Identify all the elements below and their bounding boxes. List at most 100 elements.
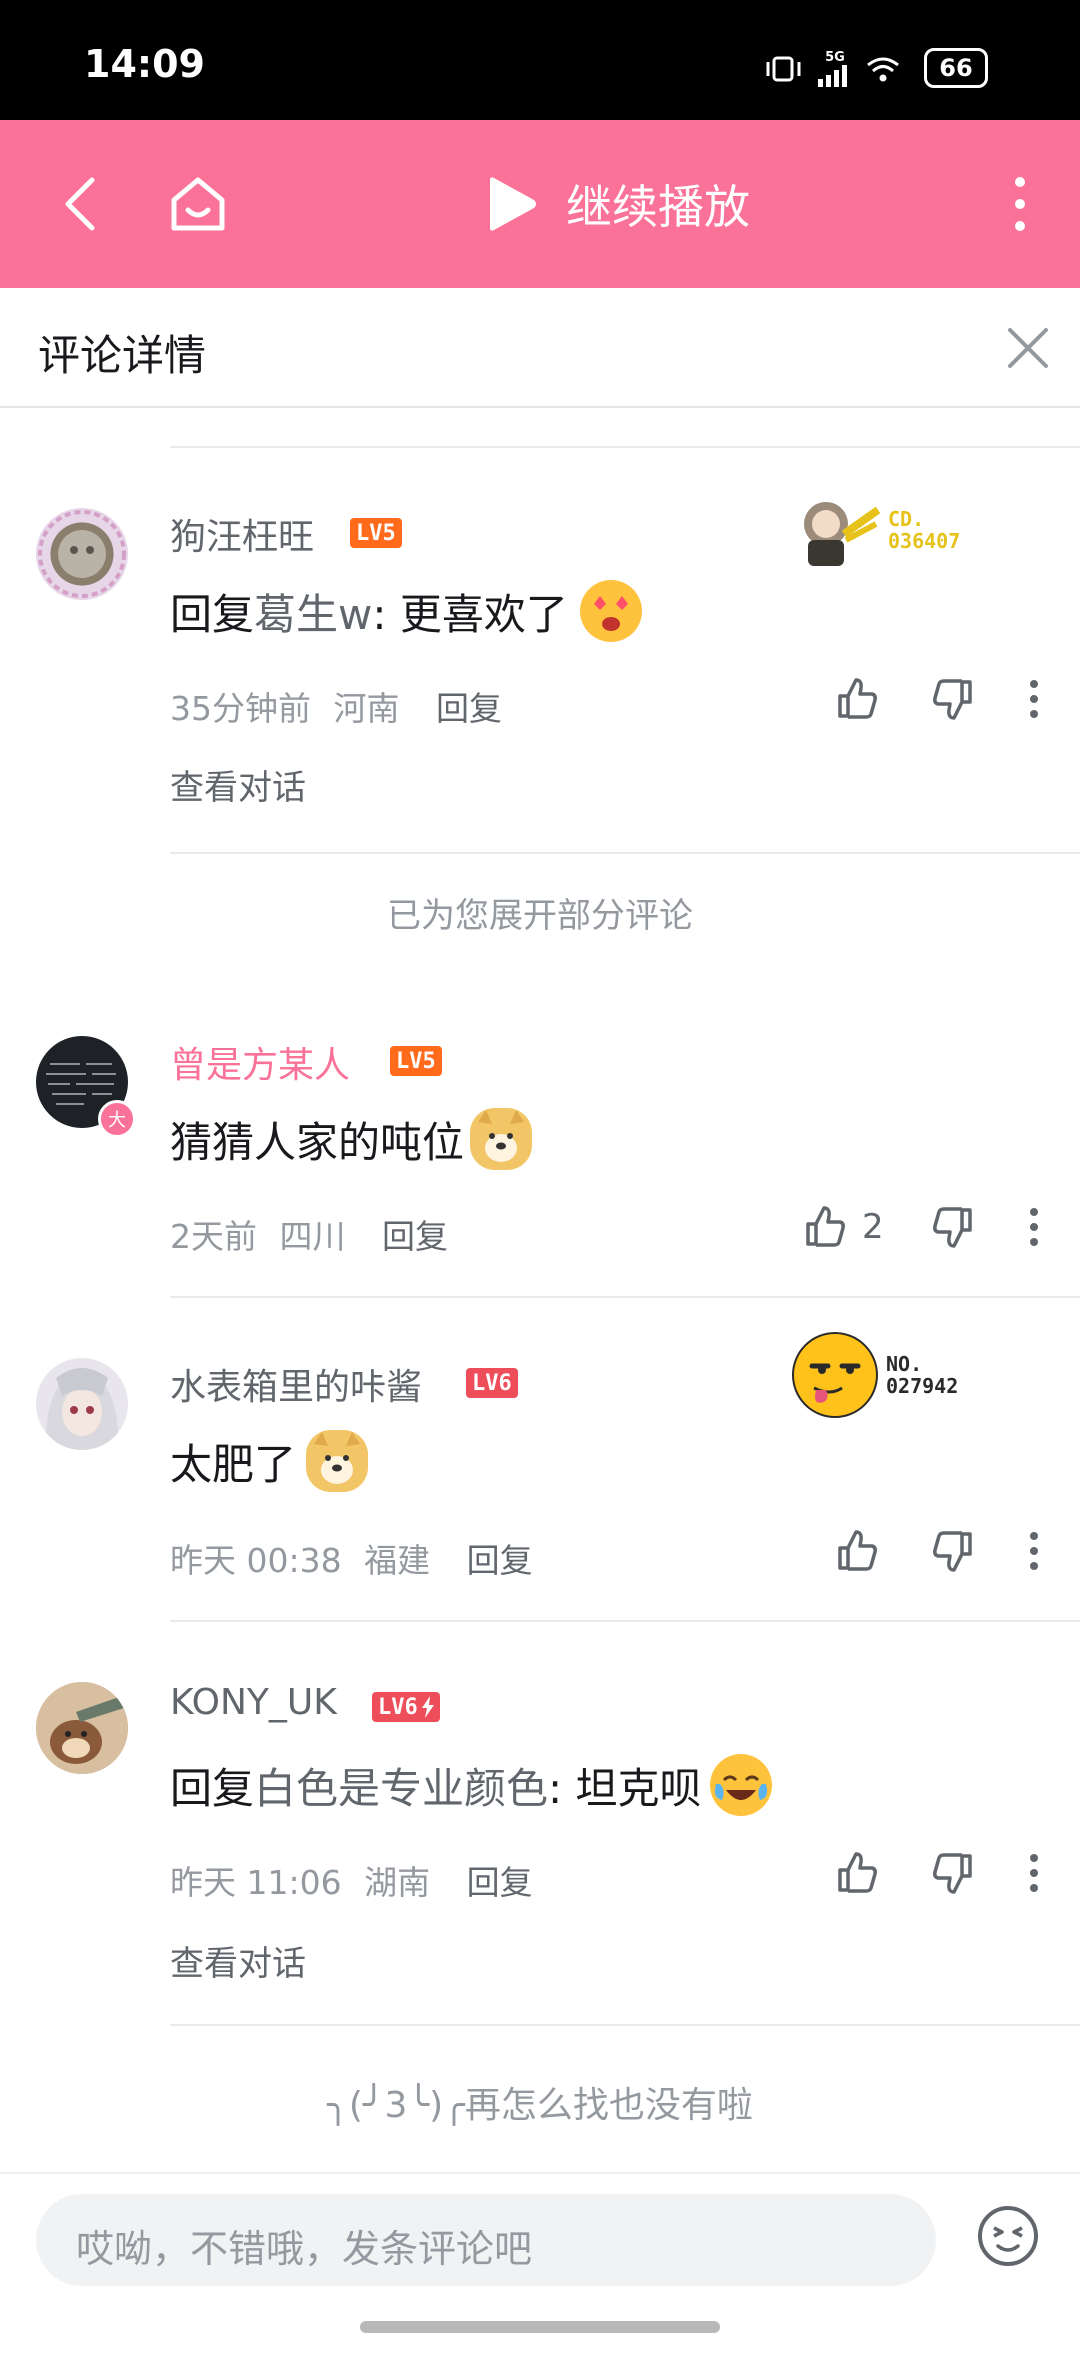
back-arrow-icon — [65, 177, 95, 231]
dislike-button[interactable] — [930, 676, 976, 722]
view-conversation-link[interactable]: 查看对话 — [170, 760, 306, 809]
reply-target[interactable]: 白色是专业颜色 — [254, 1755, 548, 1816]
smirk-face-icon — [792, 1332, 878, 1418]
network-type: 5G — [825, 50, 845, 65]
fan-badge[interactable]: NO. 027942 — [790, 1330, 958, 1420]
view-conversation-link[interactable]: 查看对话 — [170, 1936, 306, 1985]
play-icon — [490, 177, 536, 231]
continue-play-label: 继续播放 — [566, 180, 750, 234]
reply-button[interactable]: 回复 — [436, 689, 502, 728]
thumb-down-icon — [933, 679, 972, 720]
comment-more-button[interactable] — [1026, 676, 1042, 722]
close-button[interactable] — [998, 318, 1058, 378]
continue-play-button[interactable]: 继续播放 — [484, 164, 750, 244]
comment-meta: 昨天 11:06 湖南 回复 — [170, 1856, 533, 1904]
comment-location: 湖南 — [364, 1863, 431, 1902]
avatar[interactable] — [36, 508, 128, 600]
comment-more-button[interactable] — [1026, 1204, 1042, 1250]
comment-input-bar: 哎呦，不错哦，发条评论吧 — [0, 2172, 1080, 2356]
dislike-button[interactable] — [930, 1528, 976, 1574]
username[interactable]: 水表箱里的咔酱 — [170, 1358, 422, 1410]
back-button[interactable] — [40, 164, 120, 244]
status-bar: 14:09 5G 66 — [0, 0, 1080, 120]
like-button[interactable]: 2 — [802, 1204, 884, 1250]
comment-meta: 昨天 00:38 福建 回复 — [170, 1534, 533, 1582]
comment-input[interactable]: 哎呦，不错哦，发条评论吧 — [36, 2194, 936, 2286]
comment-text: 回复 白色是专业颜色 : 坦克呗 — [170, 1754, 772, 1816]
like-button[interactable] — [834, 1850, 880, 1896]
thumb-up-icon — [838, 1530, 877, 1571]
avatar[interactable] — [36, 1682, 128, 1774]
comment-more-button[interactable] — [1026, 1528, 1042, 1574]
fan-badge[interactable]: CD. 036407 — [786, 490, 960, 570]
comment-time: 昨天 11:06 — [170, 1863, 342, 1902]
comment-body: : 坦克呗 — [548, 1763, 702, 1813]
more-vertical-icon — [1030, 680, 1038, 718]
comment-item: 水表箱里的咔酱 LV6 NO. 027942 太肥了 昨天 00:38 福建 回… — [0, 1330, 1080, 1620]
comment-time: 2天前 — [170, 1217, 257, 1256]
divider — [170, 852, 1080, 854]
cartoon-cat-avatar-icon — [36, 1682, 128, 1774]
thumb-up-icon — [838, 678, 877, 719]
comment-time: 昨天 00:38 — [170, 1541, 342, 1580]
more-vertical-icon — [1030, 1854, 1038, 1892]
dislike-button[interactable] — [930, 1204, 976, 1250]
battery-indicator: 66 — [924, 48, 988, 88]
laughing-crying-emoji-icon — [709, 1754, 772, 1816]
level-badge: LV6 — [372, 1692, 440, 1722]
comment-text: 猜猜人家的吨位 — [170, 1108, 533, 1170]
reply-prefix: 回复 — [170, 589, 255, 639]
username[interactable]: KONY_UK — [170, 1682, 337, 1723]
thumb-down-icon — [933, 1853, 972, 1894]
divider — [170, 446, 1080, 448]
comment-time: 35分钟前 — [170, 689, 311, 728]
comment-location: 福建 — [364, 1541, 431, 1580]
avatar[interactable] — [36, 1358, 128, 1450]
more-vertical-icon — [1015, 177, 1025, 231]
like-button[interactable] — [834, 676, 880, 722]
level-text: LV6 — [378, 1694, 418, 1720]
doge-emoji-icon — [306, 1430, 369, 1492]
username[interactable]: 曾是方某人 — [170, 1036, 350, 1088]
thumb-down-icon — [933, 1207, 972, 1248]
comment-body: 太肥了 — [170, 1439, 297, 1489]
status-time: 14:09 — [84, 42, 205, 86]
thumb-up-icon — [806, 1206, 845, 1247]
like-button[interactable] — [834, 1528, 880, 1574]
vibrate-icon — [766, 56, 801, 81]
comment-more-button[interactable] — [1026, 1850, 1042, 1896]
fan-badge-number: CD. 036407 — [888, 507, 961, 553]
anime-avatar-icon — [45, 1368, 119, 1450]
reply-target[interactable]: 葛生w — [254, 581, 372, 642]
reply-prefix: 回复 — [170, 1763, 255, 1813]
comment-item: 大 曾是方某人 LV5 猜猜人家的吨位 2天前 四川 回复 2 — [0, 1020, 1080, 1290]
level-badge: LV5 — [390, 1046, 442, 1076]
home-indicator[interactable] — [360, 2321, 720, 2333]
emoji-button[interactable] — [976, 2204, 1040, 2272]
status-icons: 5G — [764, 50, 900, 87]
more-vertical-icon — [1030, 1532, 1038, 1570]
reply-button[interactable]: 回复 — [467, 1541, 533, 1580]
divider — [170, 1620, 1080, 1622]
divider — [170, 1296, 1080, 1298]
comment-item: KONY_UK LV6 回复 白色是专业颜色 : 坦克呗 昨天 11:06 湖南… — [0, 1660, 1080, 2000]
close-icon — [1008, 328, 1048, 368]
comment-body: : 更喜欢了 — [372, 589, 568, 639]
heart-eyes-emoji-icon — [579, 580, 642, 642]
app-bar: 继续播放 — [0, 120, 1080, 288]
username[interactable]: 狗汪枉旺 — [170, 508, 314, 560]
comment-meta: 2天前 四川 回复 — [170, 1210, 448, 1258]
level-badge: LV6 — [466, 1368, 518, 1398]
reply-button[interactable]: 回复 — [382, 1217, 448, 1256]
doge-emoji-icon — [470, 1108, 533, 1170]
end-of-list-note: ╮(╯3╰)╭再怎么找也没有啦 — [327, 2085, 753, 2126]
like-count: 2 — [862, 1207, 884, 1247]
comment-text: 太肥了 — [170, 1430, 369, 1492]
reply-button[interactable]: 回复 — [467, 1863, 533, 1902]
signal-icon — [818, 65, 847, 87]
comment-location: 四川 — [279, 1217, 346, 1256]
more-button[interactable] — [990, 164, 1050, 244]
thumb-down-icon — [933, 1531, 972, 1572]
dislike-button[interactable] — [930, 1850, 976, 1896]
home-button[interactable] — [158, 164, 238, 244]
